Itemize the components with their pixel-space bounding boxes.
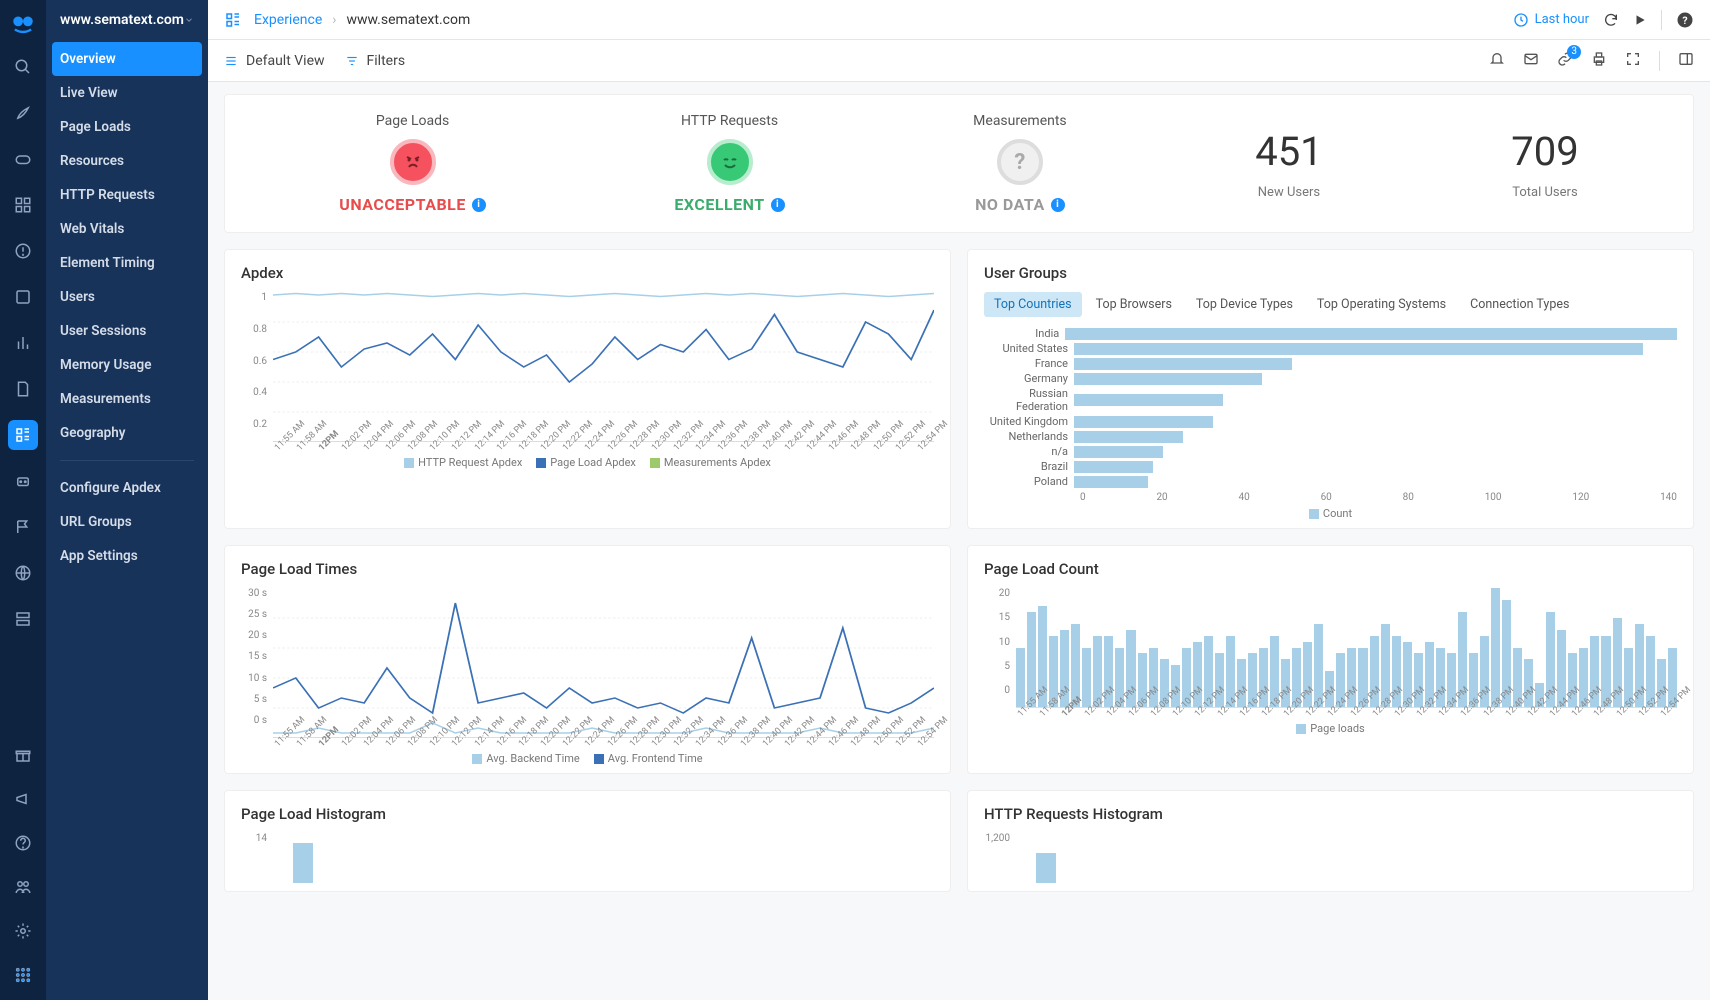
bar-chart-icon[interactable] — [8, 328, 38, 358]
play-button[interactable] — [1633, 13, 1647, 27]
refresh-button[interactable] — [1603, 12, 1619, 28]
chevron-down-icon — [184, 13, 194, 27]
experience-breadcrumb-icon — [224, 11, 242, 29]
logo[interactable] — [10, 10, 36, 36]
country-row: n/a — [984, 445, 1677, 458]
tab-top-browsers[interactable]: Top Browsers — [1086, 292, 1182, 317]
game-controller-icon[interactable] — [8, 144, 38, 174]
bell-icon[interactable] — [1489, 51, 1505, 71]
kpi-http-requests: HTTP Requests EXCELLENTi — [674, 113, 784, 214]
app-name-label: www.sematext.com — [60, 12, 184, 28]
waffle-icon[interactable] — [8, 960, 38, 990]
country-row: Poland — [984, 475, 1677, 488]
kpi-new-users: 451 New Users — [1255, 128, 1322, 200]
sidebar-divider — [60, 460, 194, 461]
sidebar-item-page-loads[interactable]: Page Loads — [46, 110, 208, 144]
face-angry-icon — [390, 139, 436, 185]
search-icon[interactable] — [8, 52, 38, 82]
sidebar-item-configure-apdex[interactable]: Configure Apdex — [46, 471, 208, 505]
team-icon[interactable] — [8, 872, 38, 902]
face-unknown-icon: ? — [997, 139, 1043, 185]
sidebar-item-web-vitals[interactable]: Web Vitals — [46, 212, 208, 246]
grid-icon[interactable] — [8, 190, 38, 220]
apdex-card: Apdex 10.80.60.40.2 11:55 AM11:58 AM12PM… — [224, 249, 951, 529]
sidebar: www.sematext.com OverviewLive ViewPage L… — [46, 0, 208, 1000]
mail-icon[interactable] — [1523, 51, 1539, 71]
robot-icon[interactable] — [8, 466, 38, 496]
panel-toggle-icon[interactable] — [1678, 51, 1694, 71]
database-icon[interactable] — [8, 282, 38, 312]
sidebar-item-element-timing[interactable]: Element Timing — [46, 246, 208, 280]
server-icon[interactable] — [8, 604, 38, 634]
flag-icon[interactable] — [8, 512, 38, 542]
sidebar-item-resources[interactable]: Resources — [46, 144, 208, 178]
sidebar-item-memory-usage[interactable]: Memory Usage — [46, 348, 208, 382]
globe-icon[interactable] — [8, 558, 38, 588]
experience-icon[interactable] — [8, 420, 38, 450]
sidebar-item-app-settings[interactable]: App Settings — [46, 539, 208, 573]
link-icon[interactable]: 3 — [1557, 51, 1573, 71]
country-row: United States — [984, 342, 1677, 355]
fullscreen-icon[interactable] — [1625, 51, 1641, 71]
sidebar-item-measurements[interactable]: Measurements — [46, 382, 208, 416]
sidebar-item-url-groups[interactable]: URL Groups — [46, 505, 208, 539]
file-icon[interactable] — [8, 374, 38, 404]
breadcrumb-current: www.sematext.com — [346, 12, 470, 28]
page-load-count-card: Page Load Count 20151050 11:55 AM11:58 A… — [967, 545, 1694, 774]
country-row: India — [984, 327, 1677, 340]
tab-top-device-types[interactable]: Top Device Types — [1186, 292, 1303, 317]
megaphone-icon[interactable] — [8, 784, 38, 814]
kpi-measurements: Measurements ? NO DATAi — [973, 113, 1066, 214]
sidebar-item-user-sessions[interactable]: User Sessions — [46, 314, 208, 348]
breadcrumb-section[interactable]: Experience — [254, 12, 322, 28]
user-groups-card: User Groups Top CountriesTop BrowsersTop… — [967, 249, 1694, 529]
toolbar: Default View Filters 3 — [208, 40, 1710, 82]
rocket-icon[interactable] — [8, 98, 38, 128]
icon-rail — [0, 0, 46, 1000]
country-row: Germany — [984, 372, 1677, 385]
kpi-page-loads: Page Loads UNACCEPTABLEi — [339, 113, 486, 214]
country-row: Russian Federation — [984, 387, 1677, 413]
sidebar-item-overview[interactable]: Overview — [52, 42, 202, 76]
help-icon[interactable] — [8, 828, 38, 858]
tab-top-operating-systems[interactable]: Top Operating Systems — [1307, 292, 1456, 317]
svg-text:?: ? — [1682, 13, 1687, 26]
breadcrumb: Experience › www.sematext.com — [254, 12, 470, 28]
country-row: Netherlands — [984, 430, 1677, 443]
info-icon[interactable]: i — [771, 198, 785, 212]
kpi-total-users: 709 Total Users — [1511, 128, 1578, 200]
info-icon[interactable]: i — [472, 198, 486, 212]
info-icon[interactable]: i — [1051, 198, 1065, 212]
main-area: Experience › www.sematext.com Last hour … — [208, 0, 1710, 1000]
sidebar-item-users[interactable]: Users — [46, 280, 208, 314]
page-load-times-card: Page Load Times 30 s25 s20 s15 s10 s5 s0… — [224, 545, 951, 774]
sidebar-item-http-requests[interactable]: HTTP Requests — [46, 178, 208, 212]
default-view-selector[interactable]: Default View — [224, 53, 325, 69]
app-selector[interactable]: www.sematext.com — [46, 12, 208, 42]
sidebar-item-live-view[interactable]: Live View — [46, 76, 208, 110]
clock-icon — [1513, 12, 1529, 28]
alert-circle-icon[interactable] — [8, 236, 38, 266]
http-requests-histogram-card: HTTP Requests Histogram 1,200 — [967, 790, 1694, 892]
filters-button[interactable]: Filters — [345, 53, 406, 69]
gear-icon[interactable] — [8, 916, 38, 946]
tab-connection-types[interactable]: Connection Types — [1460, 292, 1579, 317]
country-row: France — [984, 357, 1677, 370]
gift-icon[interactable] — [8, 740, 38, 770]
country-row: United Kingdom — [984, 415, 1677, 428]
printer-icon[interactable] — [1591, 51, 1607, 71]
kpi-row: Page Loads UNACCEPTABLEi HTTP Requests E… — [224, 94, 1694, 233]
sidebar-item-geography[interactable]: Geography — [46, 416, 208, 450]
help-button[interactable]: ? — [1676, 11, 1694, 29]
topbar: Experience › www.sematext.com Last hour … — [208, 0, 1710, 40]
page-load-histogram-card: Page Load Histogram 14 — [224, 790, 951, 892]
country-row: Brazil — [984, 460, 1677, 473]
face-happy-icon — [707, 139, 753, 185]
tab-top-countries[interactable]: Top Countries — [984, 292, 1082, 317]
time-range-selector[interactable]: Last hour — [1513, 12, 1589, 28]
